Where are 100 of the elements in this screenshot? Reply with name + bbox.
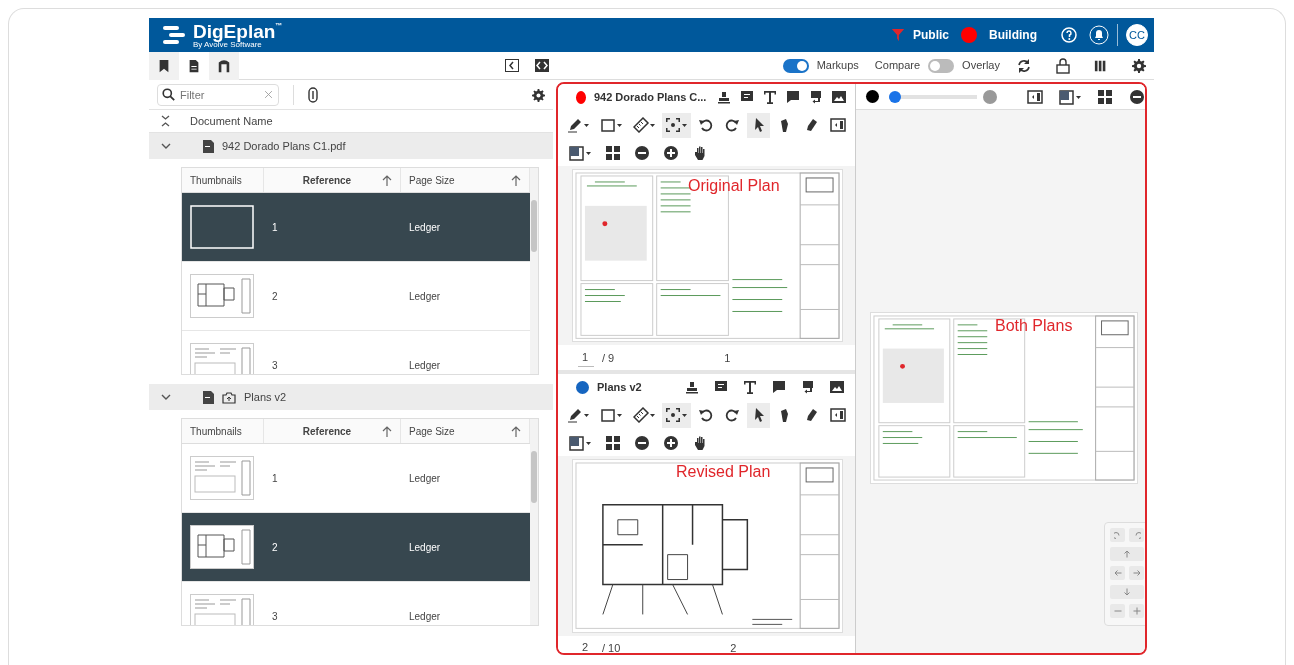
layer-icon[interactable] [1059,88,1081,105]
page-row[interactable]: 3 Ledger [182,582,530,625]
document-row[interactable]: 942 Dorado Plans C1.pdf [149,133,553,159]
status-label[interactable]: Building [989,26,1037,44]
focus-tool-button[interactable] [661,402,691,428]
page-thumbnail [190,525,254,569]
ruler-icon [632,117,655,133]
rectangle-icon [600,407,622,424]
link-icon[interactable] [308,86,318,103]
rectangle-icon [600,117,622,133]
document-row[interactable]: Plans v2 [149,384,553,410]
chevron-icon[interactable] [161,392,171,402]
reference-cell-text: 2 [272,289,278,304]
search-icon [162,87,175,101]
chevron-icon[interactable] [161,141,171,151]
page-size-cell-text: Ledger [409,358,441,373]
rotate-icon [1113,531,1122,539]
bell-icon[interactable] [1089,25,1109,45]
compare-label: Compare [874,58,921,74]
text-icon [762,89,779,105]
user-avatar[interactable]: CC [1126,24,1148,46]
viewer-title: Plans v2 [597,380,642,396]
collapse-panel-icon[interactable] [505,59,519,72]
reference-cell-text: 2 [272,540,278,555]
sort-arrow-icon[interactable] [511,175,521,187]
settings-icon[interactable] [532,88,545,102]
page-count: / 10 [602,640,621,653]
column-header[interactable]: Reference [302,423,352,439]
column-header[interactable]: Page Size [409,172,455,188]
panel-icon[interactable] [1027,88,1043,105]
zoom-out-icon [633,145,650,161]
fit-icon[interactable] [1097,88,1113,105]
undo-icon [697,117,714,133]
page-size-cell-text: Ledger [409,540,441,555]
plus-icon [1132,607,1141,615]
arrow-up-icon [1123,550,1131,558]
sort-arrow-icon[interactable] [382,426,392,438]
visibility-label[interactable]: Public [913,26,949,44]
pen-icon [567,407,590,424]
reference-cell-text: 1 [272,220,278,235]
zoom-in-icon [662,435,679,452]
page-label: 1 [724,350,731,366]
rotate-icon [1132,531,1141,539]
viewer-title: 942 Dorado Plans C... [593,89,707,105]
comment-icon [785,89,802,105]
page-size-cell-text: Ledger [409,471,441,486]
pointer-tool-button[interactable] [747,402,770,428]
focus-tool-button[interactable] [661,112,691,138]
sheet-icon [217,58,231,73]
document-name: Plans v2 [244,389,287,405]
column-header[interactable]: Reference [302,172,352,188]
page-row[interactable]: 2 Ledger [182,513,530,582]
arrow-left-icon [1113,569,1122,577]
page-size-cell-text: Ledger [409,609,441,624]
column-header: Thumbnails [190,173,242,188]
slider-end-dot [983,89,997,104]
settings-icon[interactable] [1132,58,1146,73]
focus-icon [665,117,688,133]
scrollbar[interactable] [530,168,538,374]
bookmark-icon [157,58,171,73]
undo-icon [697,407,714,424]
fit-icon [604,435,621,452]
overlay-label: Overlay [962,58,1000,74]
zoom-in-icon [662,145,679,161]
markups-label: Markups [816,58,859,74]
arrow-right-icon [1132,569,1141,577]
compare-toggle[interactable] [928,58,955,73]
minus-icon [1113,607,1122,615]
slider-start-dot [866,90,879,103]
sort-arrow-icon[interactable] [382,175,392,187]
columns-icon[interactable] [1094,58,1108,73]
help-icon[interactable] [1061,27,1077,43]
scrollbar[interactable] [530,419,538,625]
zoom-out-icon[interactable] [1129,88,1145,105]
page-row[interactable]: 1 Ledger [182,193,530,262]
sort-arrow-icon[interactable] [511,426,521,438]
lock-icon[interactable] [1056,57,1070,74]
slider-thumb[interactable] [889,90,901,103]
expand-collapse-icon[interactable] [161,115,170,127]
sheet-tab[interactable] [209,51,239,80]
bookmark-tab[interactable] [149,51,179,80]
page-number-field[interactable]: 1 [578,349,594,367]
column-header[interactable]: Page Size [409,423,455,439]
comment-icon [770,379,787,396]
image-icon [828,379,845,396]
column-header[interactable]: Document Name [190,112,273,130]
markups-toggle[interactable] [782,58,809,73]
page-size-cell-text: Ledger [409,220,441,235]
filter-field[interactable]: Filter [157,83,279,106]
page-number-field[interactable]: 2 [578,639,594,653]
pen-icon [567,117,590,133]
code-icon[interactable] [535,59,549,72]
focus-icon [665,407,688,424]
reference-cell-text: 3 [272,609,278,624]
sync-icon[interactable] [1016,57,1032,74]
page-row[interactable]: 2 Ledger [182,262,530,331]
pointer-tool-button[interactable] [747,112,770,138]
document-icon [203,139,214,153]
page-thumbnail [190,456,254,500]
document-name: 942 Dorado Plans C1.pdf [222,138,346,154]
